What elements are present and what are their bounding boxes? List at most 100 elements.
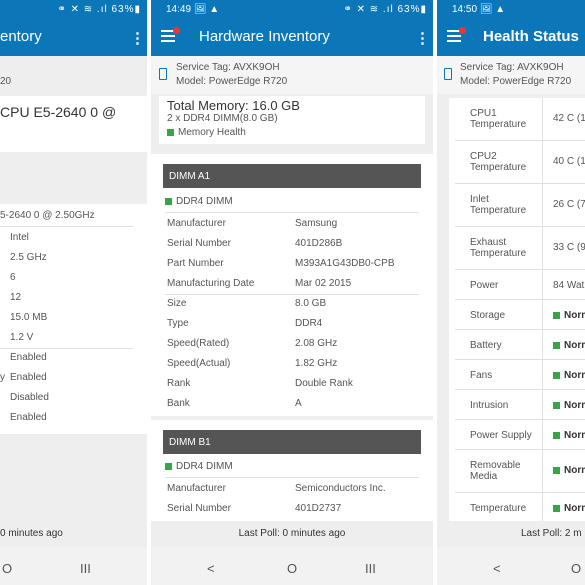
server-info: Service Tag: AVXK9OH Model: PowerEdge R7… xyxy=(151,56,433,94)
health-row[interactable]: Exhaust Temperature 33 C (9 xyxy=(449,227,585,270)
check-icon xyxy=(553,431,560,439)
cpu-key-fragment: y xyxy=(0,372,5,383)
health-row[interactable]: Fans Norm xyxy=(449,360,585,390)
app-bar-title: Health Status xyxy=(483,28,579,45)
cpu-value: Enabled xyxy=(10,352,47,363)
dimm-a1-card: DIMM A1 DDR4 DIMM Manufacturer Samsung Ser… xyxy=(151,154,433,416)
server-icon xyxy=(159,68,167,80)
cpu-title: CPU E5-2640 0 @ xyxy=(0,104,117,120)
spec-row: Manufacturing Date Mar 02 2015 xyxy=(151,274,433,294)
spec-value: 401D286B xyxy=(295,238,343,249)
recents-nav-icon[interactable]: III xyxy=(365,561,376,576)
spec-label: Bank xyxy=(167,398,190,409)
app-bar-title: Hardware Inventory xyxy=(199,28,330,45)
spec-label: Rank xyxy=(167,378,191,389)
cpu-value-row: 6 xyxy=(0,268,147,288)
spec-value: DDR4 xyxy=(295,318,323,329)
service-tag: Service Tag: AVXK9OH xyxy=(176,62,280,73)
health-value: 42 C (1 xyxy=(553,113,585,124)
app-bar: entory ⋮ xyxy=(0,18,147,56)
spec-label: Part Number xyxy=(167,258,224,269)
spec-value: 8.0 GB xyxy=(295,298,327,309)
health-value: Norm xyxy=(553,340,585,351)
home-nav-icon[interactable]: O xyxy=(571,561,581,576)
cpu-content: 20 CPU E5-2640 0 @ 5-2640 0 @ 2.50GHz In… xyxy=(0,56,147,547)
health-value: 33 C (9 xyxy=(553,242,585,253)
health-label: Inlet Temperature xyxy=(470,194,527,216)
health-row[interactable]: Power Supply Norm xyxy=(449,420,585,450)
server-icon xyxy=(444,68,452,80)
health-row[interactable]: Power 84 Wat xyxy=(449,270,585,300)
cpu-details-card: 5-2640 0 @ 2.50GHz Intel 2.5 GHz 6 12 15.0 M… xyxy=(0,204,147,434)
cpu-value-row: Enabled xyxy=(0,348,147,368)
health-row[interactable]: Intrusion Norm xyxy=(449,390,585,420)
spec-label: Serial Number xyxy=(167,503,231,514)
health-row[interactable]: Storage Norm xyxy=(449,300,585,330)
health-value: 40 C (1 xyxy=(553,156,585,167)
spec-row: Speed(Rated) 2.08 GHz xyxy=(151,334,433,354)
cpu-value-row: Enabled xyxy=(0,408,147,428)
model-label: Model: PowerEdge R720 xyxy=(460,76,572,87)
spec-value: Double Rank xyxy=(295,378,353,389)
check-icon xyxy=(553,371,560,379)
cpu-value: 2.5 GHz xyxy=(10,252,47,263)
health-table-card: CPU1 Temperature 42 C (1 CPU2 Temperature 4… xyxy=(449,98,585,538)
status-time: 14:49 🖼 ▲ xyxy=(166,4,220,15)
health-value: Norm xyxy=(553,370,585,381)
home-nav-icon[interactable]: O xyxy=(287,561,297,576)
spec-label: Manufacturer xyxy=(167,483,226,494)
model-label: Model: PowerEdge R720 xyxy=(176,76,288,87)
spec-label: Speed(Actual) xyxy=(167,358,231,369)
health-value: Norm xyxy=(553,503,585,514)
overflow-menu-icon[interactable]: ⋮ xyxy=(130,29,145,47)
hardware-inventory-memory-screen: 14:49 🖼 ▲ ⚭ ✕ ≋ .ıl 63%▮ Hardware Invent… xyxy=(151,0,433,585)
back-nav-icon[interactable]: < xyxy=(207,561,215,576)
health-value: 26 C (7 xyxy=(553,199,585,210)
spec-row: Part Number M393A1G43DB0-CPB xyxy=(151,254,433,274)
memory-content: Service Tag: AVXK9OH Model: PowerEdge R7… xyxy=(151,56,433,547)
back-nav-icon[interactable]: < xyxy=(493,561,501,576)
spec-value: Semiconductors Inc. xyxy=(295,483,386,494)
spec-row: Speed(Actual) 1.82 GHz xyxy=(151,354,433,374)
health-label: Power xyxy=(470,280,499,291)
cpu-value-row: Disabled xyxy=(0,388,147,408)
health-row[interactable]: Battery Norm xyxy=(449,330,585,360)
status-time: 14:50 🖼 ▲ xyxy=(452,4,506,15)
recents-nav-icon[interactable]: III xyxy=(80,561,91,576)
health-label: Intrusion xyxy=(470,400,509,411)
check-icon xyxy=(165,462,172,470)
home-nav-icon[interactable]: O xyxy=(2,561,12,576)
health-row[interactable]: CPU1 Temperature 42 C (1 xyxy=(449,98,585,141)
spec-label: Serial Number xyxy=(167,238,231,249)
spec-label: Type xyxy=(167,318,189,329)
health-row[interactable]: Inlet Temperature 26 C (7 xyxy=(449,184,585,227)
cpu-value: Enabled xyxy=(10,412,47,423)
health-row[interactable]: Removable Media Norm xyxy=(449,450,585,493)
health-row[interactable]: CPU2 Temperature 40 C (1 xyxy=(449,141,585,184)
spec-row: Manufacturer Semiconductors Inc. xyxy=(151,479,433,499)
dimm-a1-header: DIMM A1 xyxy=(163,164,421,188)
health-label: Exhaust Temperature xyxy=(470,237,527,259)
dimm-b1-header: DIMM B1 xyxy=(163,430,421,454)
spec-row: Manufacturer Samsung xyxy=(151,214,433,234)
header-card: 20 xyxy=(0,56,147,96)
health-row[interactable]: Temperature Norm xyxy=(449,493,585,523)
service-tag: Service Tag: AVXK9OH xyxy=(460,62,564,73)
cpu-value: Enabled xyxy=(10,372,47,383)
app-bar: Hardware Inventory ⋮ xyxy=(151,18,433,56)
check-icon xyxy=(553,504,560,512)
header-fragment: 20 xyxy=(0,76,12,87)
health-label: Power Supply xyxy=(470,430,532,441)
check-icon xyxy=(553,466,560,474)
memory-health[interactable]: Memory Health xyxy=(167,127,246,138)
hardware-inventory-cpu-screen: ⚭ ✕ ≋ .ıl 63%▮ entory ⋮ 20 CPU E5-2640 0… xyxy=(0,0,147,585)
spec-value: A xyxy=(295,398,302,409)
last-poll: 0 minutes ago xyxy=(0,521,147,547)
spec-value: Mar 02 2015 xyxy=(295,278,352,289)
status-bar: ⚭ ✕ ≋ .ıl 63%▮ xyxy=(0,0,147,18)
divider xyxy=(165,477,419,478)
spec-value: 401D2737 xyxy=(295,503,342,514)
nav-bar: < O III xyxy=(151,547,433,585)
overflow-menu-icon[interactable]: ⋮ xyxy=(415,29,430,47)
divider xyxy=(0,226,133,227)
